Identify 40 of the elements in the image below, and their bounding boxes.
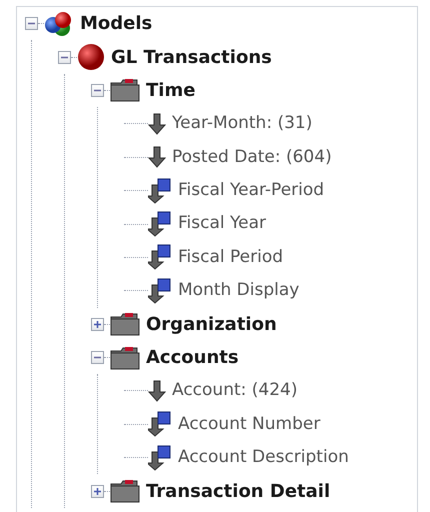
plus-icon <box>94 488 101 495</box>
folder-icon <box>110 312 140 336</box>
folder-label[interactable]: Time <box>146 76 196 104</box>
collapse-toggle[interactable] <box>91 84 104 97</box>
collapse-toggle[interactable] <box>25 17 38 30</box>
hierarchy-label[interactable]: Month Display <box>178 278 300 304</box>
arrow-with-square-icon <box>148 178 172 204</box>
hierarchy-label[interactable]: Fiscal Period <box>178 244 284 270</box>
minus-icon <box>28 20 35 28</box>
hierarchy-label[interactable]: Account Description <box>178 445 349 471</box>
folder-label[interactable]: Organization <box>146 310 277 338</box>
arrow-with-square-icon <box>148 444 172 471</box>
plus-icon <box>94 320 101 328</box>
attribute-label[interactable]: Posted Date: (604) <box>172 144 332 170</box>
folder-label[interactable]: Accounts <box>146 344 239 372</box>
expand-toggle[interactable] <box>91 484 104 498</box>
expand-toggle[interactable] <box>91 318 104 331</box>
hierarchy-label[interactable]: Fiscal Year <box>178 211 266 237</box>
down-arrow-icon <box>148 112 166 135</box>
model-group-label[interactable]: Models <box>80 10 152 38</box>
arrow-with-square-icon <box>148 411 172 438</box>
model-label[interactable]: GL Transactions <box>111 44 272 71</box>
arrow-with-square-icon <box>148 211 172 238</box>
down-arrow-icon <box>148 146 166 168</box>
attribute-label[interactable]: Year-Month: (31) <box>172 111 312 137</box>
collapse-toggle[interactable] <box>91 351 104 364</box>
sphere-icon <box>77 43 105 72</box>
folder-icon <box>110 479 140 504</box>
attribute-label[interactable]: Account: (424) <box>172 378 298 404</box>
folder-icon <box>110 346 140 370</box>
spheres-icon <box>44 10 74 37</box>
hierarchy-label[interactable]: Fiscal Year-Period <box>178 178 324 204</box>
collapse-toggle[interactable] <box>58 50 71 64</box>
arrow-with-square-icon <box>148 244 172 270</box>
folder-icon <box>110 78 140 102</box>
folder-label[interactable]: Transaction Detail <box>146 478 330 505</box>
down-arrow-icon <box>148 380 166 402</box>
arrow-with-square-icon <box>148 278 172 304</box>
minus-icon <box>94 354 101 362</box>
hierarchy-label[interactable]: Account Number <box>178 412 320 438</box>
